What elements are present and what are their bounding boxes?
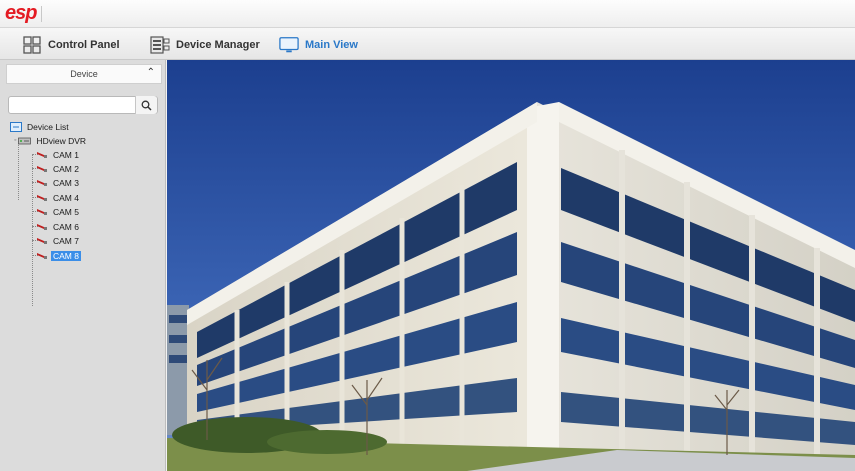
cam-label: CAM 7: [53, 235, 79, 246]
main-view-label: Main View: [305, 39, 358, 51]
device-list-label: Device List: [27, 121, 69, 132]
tree-item-cam-3[interactable]: CAM 3: [36, 176, 81, 189]
tree-root-device-list[interactable]: Device List: [10, 120, 71, 133]
tree-item-cam-4[interactable]: CAM 4: [36, 191, 81, 204]
device-sidebar: Device ⌃ Device List ◦ HDview DVR CAM 1 …: [0, 60, 166, 471]
main-toolbar: Control Panel Device Manager Main View: [0, 28, 855, 60]
cam-label: CAM 1: [53, 149, 79, 160]
tree-item-cam-7[interactable]: CAM 7: [36, 234, 81, 247]
chevron-up-icon[interactable]: ⌃: [147, 67, 155, 78]
tree-item-cam-6[interactable]: CAM 6: [36, 220, 81, 233]
device-list-icon: [10, 121, 22, 132]
camera-icon: [37, 253, 47, 259]
search-icon: [141, 100, 152, 111]
control-panel-button[interactable]: Control Panel: [22, 34, 120, 56]
device-manager-button[interactable]: Device Manager: [150, 34, 260, 56]
monitor-icon: [279, 35, 299, 55]
camera-icon: [37, 180, 47, 186]
main-view-button[interactable]: Main View: [279, 34, 358, 56]
tree-item-cam-5[interactable]: CAM 5: [36, 205, 81, 218]
cam-label: CAM 3: [53, 177, 79, 188]
camera-icon: [37, 152, 47, 158]
device-search: [8, 96, 158, 114]
search-button[interactable]: [135, 96, 157, 114]
cam-label: CAM 5: [53, 206, 79, 217]
title-bar: esp: [0, 0, 855, 28]
collapse-toggle-icon[interactable]: ◦: [14, 137, 16, 144]
dvr-label: HDview DVR: [36, 135, 87, 146]
camera-feed-image: [167, 60, 855, 471]
control-panel-label: Control Panel: [48, 39, 120, 51]
camera-feed-view[interactable]: [167, 60, 855, 471]
cam-label: CAM 8: [51, 250, 81, 261]
cam-label: CAM 6: [53, 221, 79, 232]
device-search-input[interactable]: [13, 99, 133, 112]
camera-icon: [37, 209, 47, 215]
device-manager-label: Device Manager: [176, 39, 260, 51]
dvr-icon: [18, 137, 32, 144]
device-manager-icon: [150, 35, 170, 55]
device-panel-header[interactable]: Device ⌃: [6, 64, 162, 84]
tree-item-cam-8[interactable]: CAM 8: [36, 249, 81, 262]
tree-item-cam-2[interactable]: CAM 2: [36, 162, 81, 175]
camera-icon: [37, 195, 47, 201]
cam-label: CAM 2: [53, 163, 79, 174]
tree-item-cam-1[interactable]: CAM 1: [36, 148, 81, 161]
camera-icon: [37, 238, 47, 244]
camera-icon: [37, 166, 47, 172]
title-divider: [41, 6, 42, 22]
tree-node-dvr[interactable]: ◦ HDview DVR: [14, 134, 88, 147]
camera-icon: [37, 224, 47, 230]
grid-icon: [22, 35, 42, 55]
cam-label: CAM 4: [53, 192, 79, 203]
esp-logo: esp: [5, 2, 37, 24]
device-panel-title: Device: [70, 69, 98, 79]
